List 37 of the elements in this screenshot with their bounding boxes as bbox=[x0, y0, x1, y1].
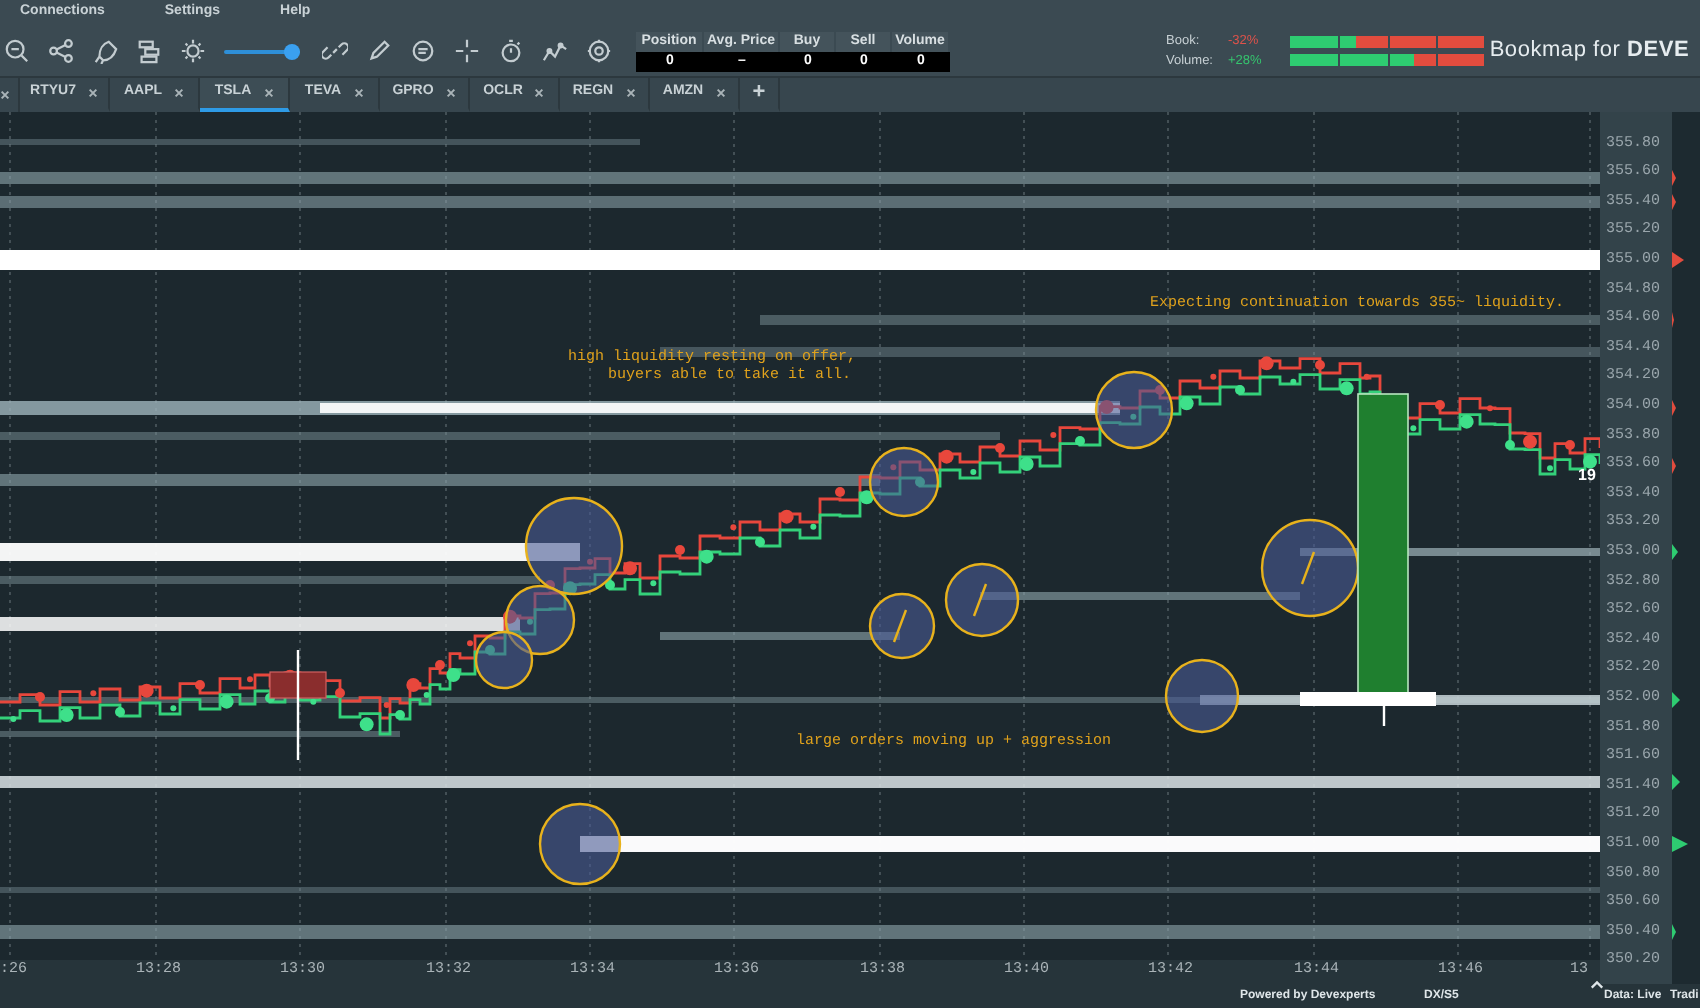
chat-icon[interactable] bbox=[410, 38, 436, 64]
close-icon[interactable] bbox=[174, 88, 185, 98]
stopwatch-icon[interactable] bbox=[498, 38, 524, 64]
layers-icon[interactable] bbox=[136, 38, 162, 64]
close-icon[interactable] bbox=[0, 90, 10, 100]
highlight-circle bbox=[1260, 518, 1360, 618]
close-icon[interactable] bbox=[625, 88, 636, 98]
pencil-icon[interactable] bbox=[366, 38, 392, 64]
link-icon[interactable] bbox=[322, 38, 348, 64]
settings-icon[interactable] bbox=[586, 38, 612, 64]
order-marker bbox=[269, 650, 327, 760]
highlight-circle bbox=[868, 446, 940, 518]
zoom-out-icon[interactable] bbox=[4, 38, 30, 64]
close-icon[interactable] bbox=[445, 88, 456, 98]
brand-logo: Bookmap for DEVE bbox=[1489, 36, 1690, 67]
close-icon[interactable] bbox=[534, 88, 545, 98]
close-icon[interactable] bbox=[87, 88, 98, 98]
rocket-icon[interactable] bbox=[92, 38, 118, 64]
line-chart-icon[interactable] bbox=[542, 38, 568, 64]
share-icon[interactable] bbox=[48, 38, 74, 64]
slider-thumb[interactable] bbox=[284, 43, 301, 59]
brightness-slider[interactable] bbox=[224, 43, 304, 59]
highlight-circle bbox=[538, 802, 622, 886]
brightness-icon[interactable] bbox=[180, 38, 206, 64]
highlight-circle bbox=[474, 630, 534, 690]
highlight-circle bbox=[504, 584, 576, 656]
close-icon[interactable] bbox=[715, 88, 726, 98]
highlight-circle bbox=[1164, 658, 1240, 734]
close-icon[interactable] bbox=[353, 88, 364, 98]
highlight-circle bbox=[1094, 370, 1174, 450]
caret-icon[interactable] bbox=[1590, 980, 1604, 990]
highlight-circle bbox=[868, 592, 936, 660]
trade-size-label: 19 bbox=[1578, 464, 1596, 488]
highlight-circle bbox=[524, 496, 624, 596]
crosshair-icon[interactable] bbox=[454, 38, 480, 64]
close-icon[interactable] bbox=[263, 88, 274, 98]
highlight-circle bbox=[944, 562, 1020, 638]
